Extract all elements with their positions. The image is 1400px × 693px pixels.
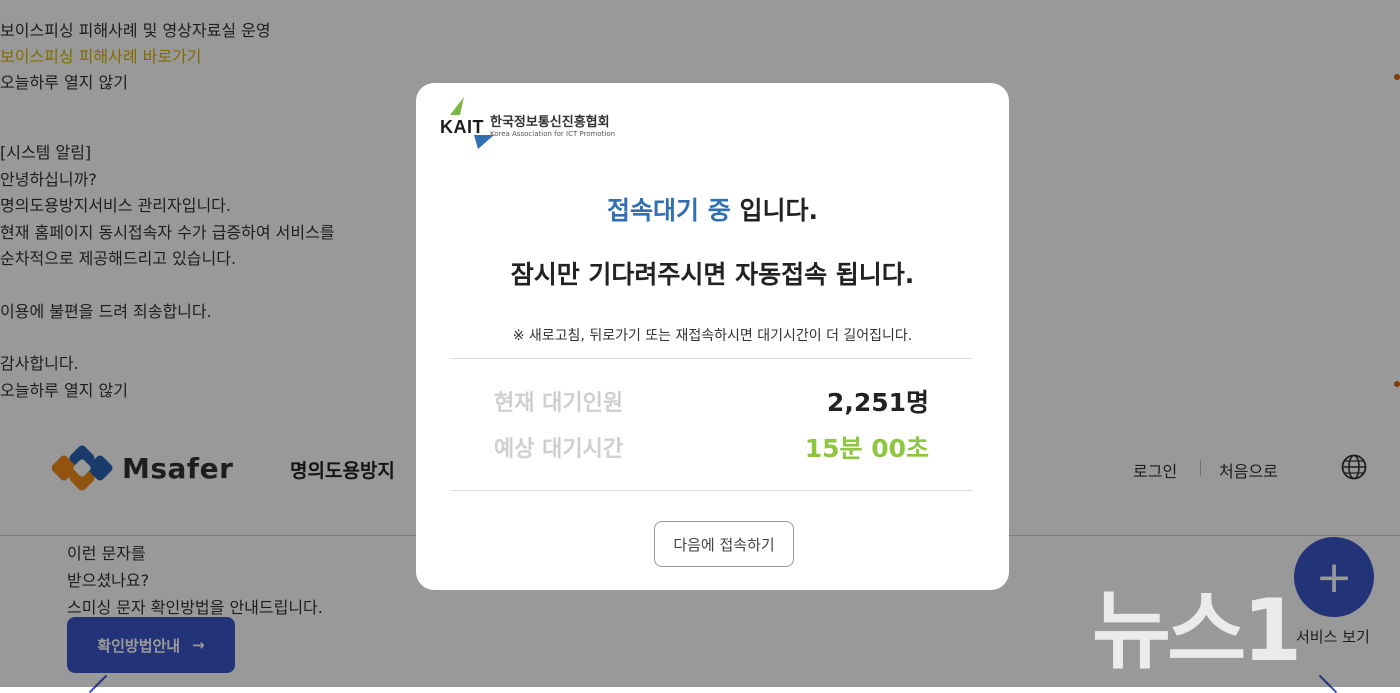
kait-name-en: Korea Association for ICT Promotion (490, 130, 616, 138)
modal-divider-bottom (450, 490, 973, 491)
expected-time-row: 예상 대기시간 15분 00초 (494, 429, 929, 465)
waiting-title: 접속대기 중 입니다. (416, 191, 1009, 227)
connect-later-button[interactable]: 다음에 접속하기 (654, 521, 794, 567)
expected-time-label: 예상 대기시간 (494, 437, 624, 462)
waiting-title-rest: 입니다. (730, 196, 818, 225)
news1-watermark: 뉴스1 (1092, 581, 1302, 681)
waiting-queue-modal: KAIT 한국정보통신진흥협회 Korea Association for IC… (416, 83, 1009, 590)
kait-logo: KAIT 한국정보통신진흥협회 Korea Association for IC… (440, 96, 615, 149)
kait-letters-text: KAIT (440, 116, 484, 137)
expected-time-value: 15분 00초 (804, 434, 929, 463)
waiting-subtitle: 잠시만 기다려주시면 자동접속 됩니다. (510, 260, 915, 289)
kait-swoosh-bottom-icon (474, 134, 494, 149)
kait-logo-mark: KAIT (440, 96, 494, 149)
kait-swoosh-icon (450, 96, 464, 115)
waiting-title-highlight: 접속대기 중 (607, 196, 731, 225)
current-waiting-row: 현재 대기인원 2,251명 (494, 383, 929, 419)
waiting-note: ※ 새로고침, 뒤로가기 또는 재접속하시면 대기시간이 더 길어집니다. (512, 328, 913, 344)
current-waiting-value: 2,251명 (826, 388, 929, 417)
current-waiting-label: 현재 대기인원 (494, 391, 624, 416)
kait-org-name: 한국정보통신진흥협회 Korea Association for ICT Pro… (490, 105, 615, 139)
modal-divider-top (450, 358, 973, 359)
kait-name-ko: 한국정보통신진흥협회 (490, 115, 610, 130)
